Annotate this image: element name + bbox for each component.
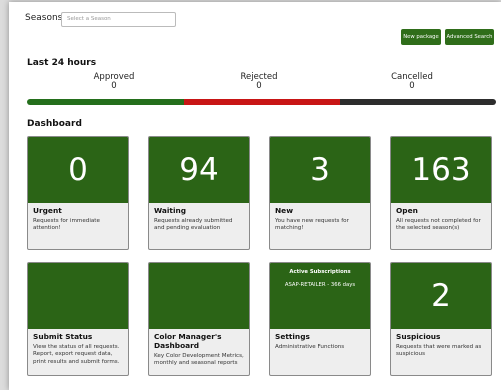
urgent-desc: Requests for immediate attention!: [33, 218, 100, 232]
new-package-button[interactable]: New package: [401, 29, 441, 45]
advanced-search-button[interactable]: Advanced Search: [445, 29, 494, 45]
color-manager-banner: [149, 263, 249, 329]
cancelled-stat: Cancelled 0: [357, 73, 467, 91]
rejected-value: 0: [256, 81, 262, 91]
urgent-card[interactable]: 0 Urgent Requests for immediate attentio…: [27, 136, 129, 250]
open-title: Open: [396, 206, 418, 215]
main-panel: Seasons: Select a Season New package Adv…: [9, 2, 501, 390]
settings-title: Settings: [275, 332, 310, 341]
approved-value: 0: [111, 81, 117, 91]
new-desc: You have new requests for matching!: [275, 218, 349, 232]
open-count: 163: [391, 137, 491, 203]
submit-status-card[interactable]: Submit Status View the status of all req…: [27, 262, 129, 376]
waiting-card[interactable]: 94 Waiting Requests already submitted an…: [148, 136, 250, 250]
suspicious-title: Suspicious: [396, 332, 441, 341]
new-title: New: [275, 206, 294, 215]
rejected-bar: [184, 99, 340, 105]
season-select[interactable]: Select a Season: [61, 12, 176, 27]
open-card[interactable]: 163 Open All requests not completed for …: [390, 136, 492, 250]
settings-card[interactable]: Active Subscriptions ASAP-RETAILER - 366…: [269, 262, 371, 376]
seasons-label: Seasons:: [25, 13, 66, 23]
dashboard-heading: Dashboard: [27, 119, 82, 129]
suspicious-count: 2: [391, 263, 491, 329]
rejected-stat: Rejected 0: [204, 73, 314, 91]
color-manager-desc: Key Color Development Metrics, monthly a…: [154, 353, 244, 367]
color-manager-title: Color Manager's Dashboard: [154, 332, 222, 350]
last-24-hours-heading: Last 24 hours: [27, 58, 97, 68]
color-manager-card[interactable]: Color Manager's Dashboard Key Color Deve…: [148, 262, 250, 376]
approved-bar: [27, 99, 184, 105]
settings-desc: Administrative Functions: [275, 344, 345, 350]
cancelled-value: 0: [409, 81, 415, 91]
submit-status-desc: View the status of all requests. Report,…: [33, 344, 120, 365]
urgent-count: 0: [28, 137, 128, 203]
cancelled-bar: [340, 99, 496, 105]
approved-stat: Approved 0: [59, 73, 169, 91]
open-desc: All requests not completed for the selec…: [396, 218, 481, 232]
submit-status-banner: [28, 263, 128, 329]
urgent-title: Urgent: [33, 206, 62, 215]
subscriptions-banner: Active Subscriptions ASAP-RETAILER - 366…: [270, 263, 370, 329]
new-count: 3: [270, 137, 370, 203]
waiting-title: Waiting: [154, 206, 187, 215]
suspicious-desc: Requests that were marked as suspicious: [396, 344, 482, 358]
active-subscriptions-heading: Active Subscriptions: [289, 269, 351, 275]
waiting-count: 94: [149, 137, 249, 203]
waiting-desc: Requests already submitted and pending e…: [154, 218, 233, 232]
subscription-item: ASAP-RETAILER - 366 days: [284, 282, 356, 288]
new-card[interactable]: 3 New You have new requests for matching…: [269, 136, 371, 250]
submit-status-title: Submit Status: [33, 332, 93, 341]
suspicious-card[interactable]: 2 Suspicious Requests that were marked a…: [390, 262, 492, 376]
